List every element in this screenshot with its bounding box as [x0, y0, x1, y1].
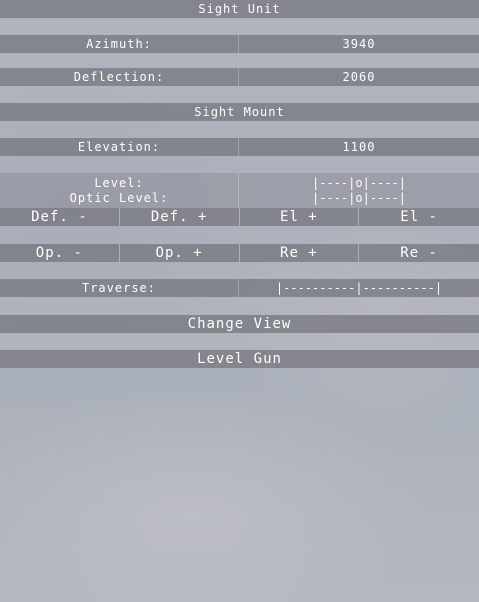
deflection-plus-button[interactable]: Def. +	[120, 208, 240, 226]
level-gun-label: Level Gun	[197, 351, 282, 367]
elevation-value: 1100	[342, 140, 376, 154]
level-gauge: |----|o|----|	[312, 175, 406, 190]
level-label: Level:	[94, 175, 144, 190]
elevation-label: Elevation:	[0, 138, 239, 156]
optic-plus-button[interactable]: Op. +	[120, 244, 240, 262]
azimuth-row: Azimuth: 3940	[0, 35, 479, 53]
spacer	[0, 333, 479, 350]
optic-level-gauge: |----|o|----|	[312, 190, 406, 205]
spacer	[0, 86, 479, 103]
deflection-elevation-buttons: Def. - Def. + El + El -	[0, 208, 479, 226]
sight-mount-header: Sight Mount	[0, 103, 479, 121]
elevation-minus-button[interactable]: El -	[359, 208, 479, 226]
level-gauges: |----|o|----| |----|o|----|	[239, 173, 479, 208]
azimuth-label: Azimuth:	[0, 35, 239, 53]
sight-unit-title: Sight Unit	[198, 2, 281, 16]
spacer	[0, 156, 479, 173]
level-labels: Level: Optic Level:	[0, 173, 239, 208]
reticle-plus-button[interactable]: Re +	[240, 244, 360, 262]
spacer	[0, 121, 479, 138]
deflection-row: Deflection: 2060	[0, 68, 479, 86]
spacer	[0, 262, 479, 279]
spacer	[0, 297, 479, 315]
level-row: Level: Optic Level: |----|o|----| |----|…	[0, 173, 479, 208]
level-gun-button[interactable]: Level Gun	[0, 350, 479, 368]
deflection-value: 2060	[342, 70, 376, 84]
deflection-label: Deflection:	[0, 68, 239, 86]
traverse-row: Traverse: |----------|----------|	[0, 279, 479, 297]
sight-unit-header: Sight Unit	[0, 0, 479, 18]
elevation-row: Elevation: 1100	[0, 138, 479, 156]
deflection-minus-button[interactable]: Def. -	[0, 208, 120, 226]
traverse-label: Traverse:	[0, 279, 239, 297]
spacer	[0, 53, 479, 68]
spacer	[0, 18, 479, 35]
change-view-button[interactable]: Change View	[0, 315, 479, 333]
reticle-minus-button[interactable]: Re -	[359, 244, 479, 262]
optic-level-label: Optic Level:	[69, 190, 169, 205]
sight-mount-title: Sight Mount	[194, 105, 285, 119]
optic-reticle-buttons: Op. - Op. + Re + Re -	[0, 244, 479, 262]
spacer	[0, 226, 479, 244]
optic-minus-button[interactable]: Op. -	[0, 244, 120, 262]
elevation-plus-button[interactable]: El +	[240, 208, 360, 226]
azimuth-value: 3940	[342, 37, 376, 51]
traverse-gauge: |----------|----------|	[275, 281, 443, 295]
change-view-label: Change View	[187, 316, 292, 332]
